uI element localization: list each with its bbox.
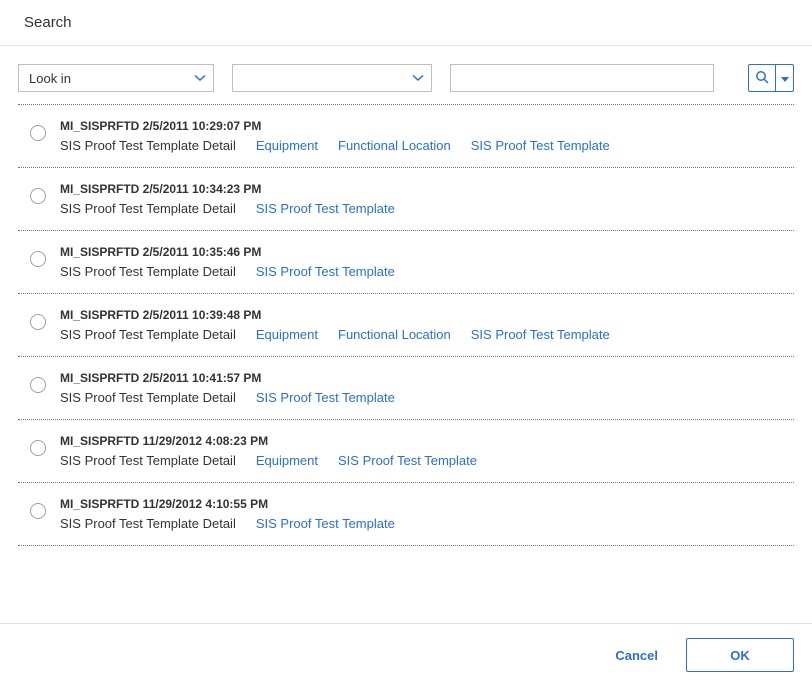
result-radio[interactable] [30,377,46,393]
result-radio[interactable] [30,314,46,330]
result-detail: SIS Proof Test Template Detail SIS Proof … [60,201,786,216]
result-content: MI_SISPRFTD 2/5/2011 10:29:07 PM SIS Proo… [60,119,786,153]
result-detail-label: SIS Proof Test Template Detail [60,453,236,468]
result-content: MI_SISPRFTD 11/29/2012 4:10:55 PM SIS Pro… [60,497,786,531]
result-detail: SIS Proof Test Template Detail Equipment S… [60,453,786,468]
result-content: MI_SISPRFTD 2/5/2011 10:35:46 PM SIS Proo… [60,245,786,279]
lookin-select[interactable] [18,64,214,92]
result-radio[interactable] [30,440,46,456]
result-row: MI_SISPRFTD 2/5/2011 10:29:07 PM SIS Proo… [18,105,794,168]
result-link[interactable]: Functional Location [338,327,451,342]
search-button-group [748,64,794,92]
result-detail: SIS Proof Test Template Detail Equipment F… [60,138,786,153]
results-scroll[interactable]: MI_SISPRFTD 2/5/2011 10:29:07 PM SIS Proo… [18,105,794,599]
result-link[interactable]: SIS Proof Test Template [471,327,610,342]
dialog-header: Search [0,0,812,46]
result-content: MI_SISPRFTD 2/5/2011 10:34:23 PM SIS Proo… [60,182,786,216]
result-link[interactable]: SIS Proof Test Template [256,390,395,405]
dialog-footer: Cancel OK [0,623,812,686]
result-link[interactable]: Equipment [256,327,318,342]
result-radio[interactable] [30,188,46,204]
result-title: MI_SISPRFTD 2/5/2011 10:35:46 PM [60,245,786,259]
criteria-select[interactable] [232,64,432,92]
search-dropdown-button[interactable] [776,64,794,92]
caret-down-icon [781,71,789,86]
result-row: MI_SISPRFTD 11/29/2012 4:08:23 PM SIS Pro… [18,420,794,483]
ok-button[interactable]: OK [686,638,794,672]
result-radio[interactable] [30,503,46,519]
search-text-input[interactable] [450,64,714,92]
result-link[interactable]: Equipment [256,453,318,468]
result-title: MI_SISPRFTD 11/29/2012 4:10:55 PM [60,497,786,511]
result-title: MI_SISPRFTD 2/5/2011 10:41:57 PM [60,371,786,385]
result-detail-label: SIS Proof Test Template Detail [60,390,236,405]
result-link[interactable]: Equipment [256,138,318,153]
result-link[interactable]: SIS Proof Test Template [471,138,610,153]
result-content: MI_SISPRFTD 2/5/2011 10:41:57 PM SIS Proo… [60,371,786,405]
result-radio[interactable] [30,251,46,267]
result-link[interactable]: SIS Proof Test Template [256,264,395,279]
result-row: MI_SISPRFTD 2/5/2011 10:35:46 PM SIS Proo… [18,231,794,294]
result-radio[interactable] [30,125,46,141]
result-title: MI_SISPRFTD 2/5/2011 10:39:48 PM [60,308,786,322]
results-container: MI_SISPRFTD 2/5/2011 10:29:07 PM SIS Proo… [18,104,794,599]
result-content: MI_SISPRFTD 2/5/2011 10:39:48 PM SIS Proo… [60,308,786,342]
result-content: MI_SISPRFTD 11/29/2012 4:08:23 PM SIS Pro… [60,434,786,468]
result-link[interactable]: Functional Location [338,138,451,153]
result-detail: SIS Proof Test Template Detail Equipment F… [60,327,786,342]
result-detail: SIS Proof Test Template Detail SIS Proof … [60,390,786,405]
result-row: MI_SISPRFTD 11/29/2012 4:10:55 PM SIS Pro… [18,483,794,546]
result-title: MI_SISPRFTD 2/5/2011 10:29:07 PM [60,119,786,133]
lookin-wrap [18,64,214,92]
result-detail: SIS Proof Test Template Detail SIS Proof … [60,516,786,531]
dialog-title: Search [24,14,794,31]
result-detail-label: SIS Proof Test Template Detail [60,264,236,279]
result-link[interactable]: SIS Proof Test Template [338,453,477,468]
search-button[interactable] [748,64,776,92]
search-toolbar [0,46,812,104]
search-icon [755,70,769,87]
result-detail-label: SIS Proof Test Template Detail [60,138,236,153]
result-link[interactable]: SIS Proof Test Template [256,201,395,216]
result-title: MI_SISPRFTD 2/5/2011 10:34:23 PM [60,182,786,196]
cancel-button[interactable]: Cancel [607,640,666,671]
result-row: MI_SISPRFTD 2/5/2011 10:39:48 PM SIS Proo… [18,294,794,357]
second-select-wrap [232,64,432,92]
result-link[interactable]: SIS Proof Test Template [256,516,395,531]
result-title: MI_SISPRFTD 11/29/2012 4:08:23 PM [60,434,786,448]
result-row: MI_SISPRFTD 2/5/2011 10:41:57 PM SIS Proo… [18,357,794,420]
result-row: MI_SISPRFTD 2/5/2011 10:34:23 PM SIS Proo… [18,168,794,231]
result-detail-label: SIS Proof Test Template Detail [60,201,236,216]
result-detail: SIS Proof Test Template Detail SIS Proof … [60,264,786,279]
result-detail-label: SIS Proof Test Template Detail [60,516,236,531]
result-detail-label: SIS Proof Test Template Detail [60,327,236,342]
